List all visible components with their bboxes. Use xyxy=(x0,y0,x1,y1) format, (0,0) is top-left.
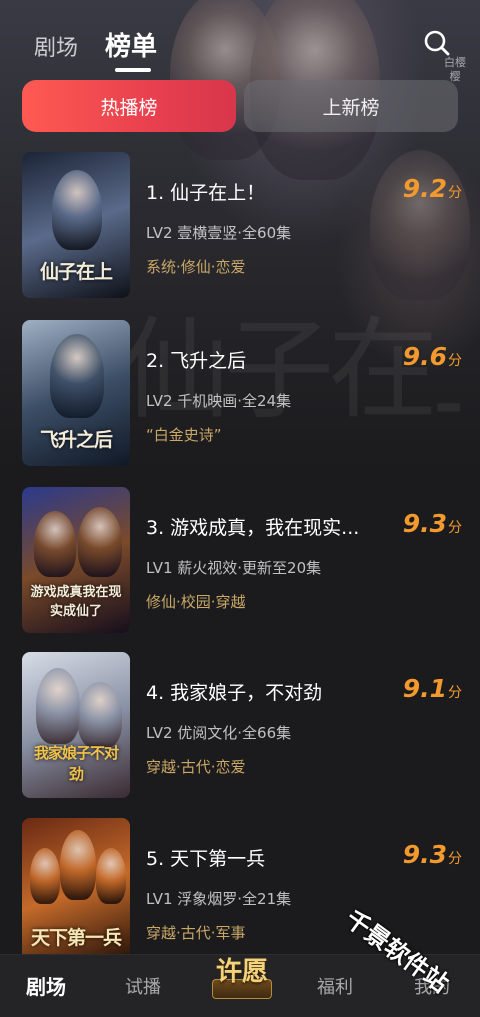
item-score: 9.1分 xyxy=(392,674,462,703)
item-tags: “白金史诗” xyxy=(146,426,222,444)
item-score: 9.6分 xyxy=(392,342,462,371)
item-meta: LV2 优阅文化·全66集 xyxy=(146,724,292,742)
tab-theater[interactable]: 剧场 xyxy=(34,30,78,62)
item-title: 5. 天下第一兵 xyxy=(146,848,266,870)
score-value: 9.2 xyxy=(402,174,447,203)
item-title: 4. 我家娘子，不对劲 xyxy=(146,682,323,704)
subtab-new[interactable]: 上新榜 xyxy=(244,80,458,132)
nav-trial[interactable]: 试播 xyxy=(125,973,161,999)
item-tags: 系统·修仙·恋爱 xyxy=(146,258,246,276)
ranking-item[interactable]: 仙子在上 1. 仙子在上！ LV2 壹横壹竖·全60集 系统·修仙·恋爱 9.2… xyxy=(22,152,462,298)
item-meta: LV1 薪火视效·更新至20集 xyxy=(146,559,322,577)
poster-character xyxy=(52,170,102,250)
nav-theater[interactable]: 剧场 xyxy=(26,971,66,1000)
nav-wish[interactable]: 许愿 xyxy=(210,949,274,1005)
ranking-item[interactable]: 飞升之后 2. 飞升之后 LV2 千机映画·全24集 “白金史诗” 9.6分 xyxy=(22,320,462,466)
poster-character xyxy=(50,334,104,418)
poster-character xyxy=(30,848,60,904)
poster-title-art: 游戏成真我在现实成仙了 xyxy=(30,585,122,619)
poster-character xyxy=(34,511,76,577)
item-title: 2. 飞升之后 xyxy=(146,350,247,372)
poster-character xyxy=(36,668,80,744)
search-button[interactable] xyxy=(422,28,452,58)
item-score: 9.2分 xyxy=(392,174,462,203)
poster-title-art: 天下第一兵 xyxy=(30,927,122,949)
item-title: 1. 仙子在上！ xyxy=(146,182,266,204)
item-meta: LV2 壹横壹竖·全60集 xyxy=(146,224,292,242)
item-title: 3. 游戏成真，我在现实... xyxy=(146,517,360,539)
item-score: 9.3分 xyxy=(392,840,462,869)
item-tags: 修仙·校园·穿越 xyxy=(146,593,246,611)
ranking-item[interactable]: 游戏成真我在现实成仙了 3. 游戏成真，我在现实... LV1 薪火视效·更新至… xyxy=(22,487,462,633)
poster-image[interactable]: 天下第一兵 xyxy=(22,818,130,964)
item-score: 9.3分 xyxy=(392,509,462,538)
poster-image[interactable]: 飞升之后 xyxy=(22,320,130,466)
score-unit: 分 xyxy=(448,851,462,867)
ranking-item[interactable]: 我家娘子不对劲 4. 我家娘子，不对劲 LV2 优阅文化·全66集 穿越·古代·… xyxy=(22,652,462,798)
score-unit: 分 xyxy=(448,185,462,201)
tab-active-indicator xyxy=(115,68,151,72)
score-value: 9.3 xyxy=(402,509,447,538)
score-unit: 分 xyxy=(448,353,462,369)
search-icon xyxy=(424,30,450,56)
poster-character xyxy=(96,848,126,904)
item-meta: LV2 千机映画·全24集 xyxy=(146,392,292,410)
poster-character xyxy=(60,830,96,900)
top-bar: 剧场 榜单 xyxy=(0,18,480,72)
ranking-subtabs: 热播榜 上新榜 xyxy=(22,80,458,132)
score-unit: 分 xyxy=(448,685,462,701)
poster-title-art: 我家娘子不对劲 xyxy=(33,744,119,783)
score-value: 9.6 xyxy=(402,342,447,371)
poster-title-art: 飞升之后 xyxy=(39,429,113,451)
nav-wish-label: 许愿 xyxy=(215,957,268,987)
poster-image[interactable]: 仙子在上 xyxy=(22,152,130,298)
tab-ranking[interactable]: 榜单 xyxy=(105,26,157,63)
score-value: 9.1 xyxy=(402,674,447,703)
poster-title-art: 仙子在上 xyxy=(39,261,113,283)
score-value: 9.3 xyxy=(402,840,447,869)
poster-image[interactable]: 游戏成真我在现实成仙了 xyxy=(22,487,130,633)
score-unit: 分 xyxy=(448,520,462,536)
item-tags: 穿越·古代·恋爱 xyxy=(146,758,246,776)
poster-image[interactable]: 我家娘子不对劲 xyxy=(22,652,130,798)
subtab-hot[interactable]: 热播榜 xyxy=(22,80,236,132)
poster-character xyxy=(78,682,122,748)
poster-character xyxy=(78,507,122,577)
